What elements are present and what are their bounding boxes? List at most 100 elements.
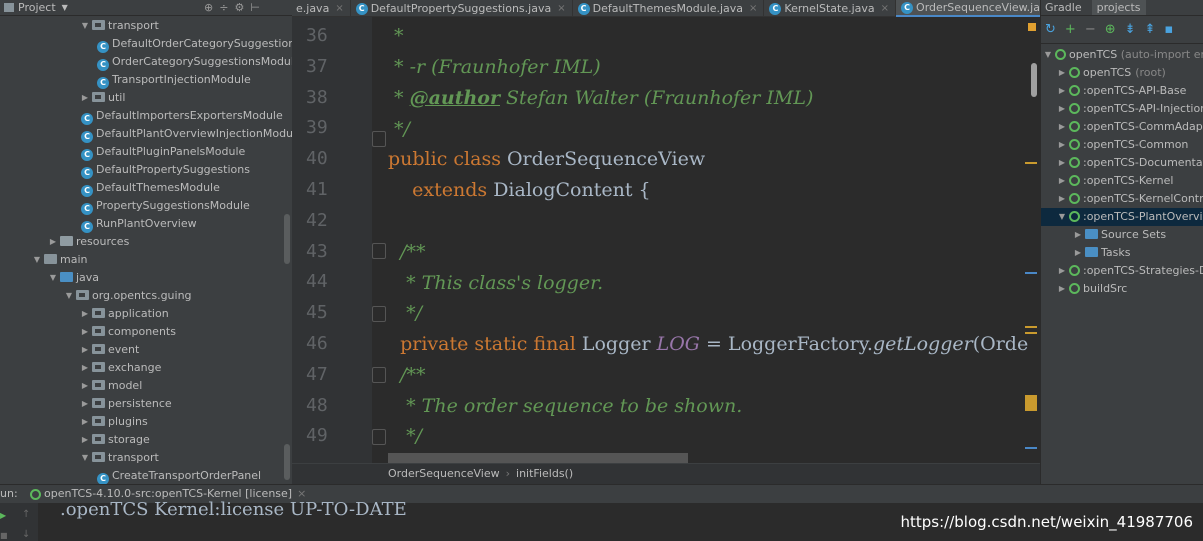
run-console[interactable]: ▶ ↑ ■ ↓ .openTCS Kernel:license UP-TO-DA… bbox=[0, 499, 1203, 541]
chevron-right-icon[interactable]: ▶ bbox=[1057, 118, 1067, 136]
gradle-projects-tab[interactable]: projects bbox=[1091, 0, 1146, 15]
chevron-right-icon[interactable]: ▶ bbox=[1073, 226, 1083, 244]
up-arrow-icon[interactable]: ↑ bbox=[22, 509, 30, 520]
close-icon[interactable]: × bbox=[881, 0, 889, 17]
remove-icon[interactable]: − bbox=[1085, 22, 1096, 37]
change-marker[interactable] bbox=[1025, 326, 1037, 328]
tree-item[interactable]: C RunPlantOverview bbox=[80, 215, 197, 233]
chevron-right-icon[interactable]: ▶ bbox=[1057, 280, 1067, 298]
tree-item[interactable]: ▶ exchange bbox=[80, 359, 161, 377]
chevron-right-icon[interactable]: ▶ bbox=[80, 377, 90, 395]
chevron-down-icon[interactable]: ▼ bbox=[48, 269, 58, 287]
chevron-right-icon[interactable]: ▶ bbox=[80, 359, 90, 377]
code-line-49[interactable]: */ bbox=[388, 425, 422, 447]
code-line-41[interactable]: extends DialogContent { bbox=[388, 179, 650, 201]
fold-marker-45[interactable] bbox=[372, 306, 386, 322]
gradle-item[interactable]: ▶ buildSrc bbox=[1041, 280, 1203, 298]
tree-item[interactable]: C DefaultPropertySuggestions bbox=[80, 161, 250, 179]
gradle-item[interactable]: ▶:openTCS-Common bbox=[1041, 136, 1203, 154]
editor-tab[interactable]: e.java × bbox=[292, 0, 351, 17]
tree-item[interactable]: ▼ java bbox=[48, 269, 99, 287]
fold-marker-47[interactable] bbox=[372, 367, 386, 383]
down-arrow-icon[interactable]: ↓ bbox=[22, 529, 30, 540]
tree-item[interactable]: C DefaultOrderCategorySuggestions bbox=[96, 35, 301, 53]
chevron-right-icon[interactable]: ▶ bbox=[48, 233, 58, 251]
chevron-right-icon[interactable]: ▶ bbox=[80, 89, 90, 107]
chevron-right-icon[interactable]: ▶ bbox=[1057, 154, 1067, 172]
chevron-right-icon[interactable]: ▶ bbox=[1057, 64, 1067, 82]
gradle-item[interactable]: ▶ Source Sets bbox=[1041, 226, 1203, 244]
editor-tab[interactable]: C DefaultPropertySuggestions.java × bbox=[351, 0, 573, 17]
add-icon[interactable]: + bbox=[1065, 22, 1076, 37]
chevron-right-icon[interactable]: ▶ bbox=[1057, 100, 1067, 118]
editor-tab[interactable]: C DefaultThemesModule.java × bbox=[573, 0, 765, 17]
tree-item[interactable]: ▶ event bbox=[80, 341, 139, 359]
chevron-right-icon[interactable]: ▶ bbox=[80, 323, 90, 341]
tree-item[interactable]: C PropertySuggestionsModule bbox=[80, 197, 250, 215]
tree-item[interactable]: C DefaultPluginPanelsModule bbox=[80, 143, 245, 161]
gradle-item[interactable]: ▶:openTCS-Kernel bbox=[1041, 172, 1203, 190]
close-icon[interactable]: × bbox=[557, 0, 565, 17]
project-scrollbar[interactable] bbox=[284, 214, 290, 264]
settings-icon[interactable]: ▪ bbox=[1164, 22, 1173, 37]
close-icon[interactable]: × bbox=[749, 0, 757, 17]
fold-marker-49[interactable] bbox=[372, 429, 386, 445]
expand-all-icon[interactable]: ⇟ bbox=[1125, 22, 1136, 37]
tree-item[interactable]: ▶ plugins bbox=[80, 413, 148, 431]
gradle-root[interactable]: ▼openTCS (auto-import ena bbox=[1041, 46, 1203, 64]
tree-item[interactable]: C OrderCategorySuggestionsModule bbox=[96, 53, 301, 71]
gradle-item[interactable]: ▶:openTCS-Documentat bbox=[1041, 154, 1203, 172]
editor-scrollbar-thumb[interactable] bbox=[1031, 63, 1037, 97]
tree-item[interactable]: C DefaultPlantOverviewInjectionModule bbox=[80, 125, 303, 143]
chevron-down-icon[interactable]: ▼ bbox=[32, 251, 42, 269]
gear-icon[interactable]: ⚙ bbox=[234, 1, 244, 14]
breadcrumb-method[interactable]: initFields() bbox=[516, 467, 573, 480]
gradle-item[interactable]: ▶:openTCS-CommAdapt bbox=[1041, 118, 1203, 136]
tree-item[interactable]: ▶ persistence bbox=[80, 395, 172, 413]
refresh-icon[interactable]: ↻ bbox=[1045, 22, 1056, 37]
tree-item[interactable]: ▼ transport bbox=[80, 449, 159, 467]
close-icon[interactable]: × bbox=[335, 0, 343, 17]
collapse-icon[interactable]: ÷ bbox=[219, 1, 228, 14]
change-marker[interactable] bbox=[1025, 162, 1037, 164]
code-line-43[interactable]: /** bbox=[388, 241, 425, 263]
code-editor[interactable]: 36 37 38 39 40 41 42 43 44 45 46 47 48 49 * * -r (Fra… bbox=[292, 17, 1040, 463]
stop-icon[interactable]: ■ bbox=[0, 531, 8, 540]
fold-marker-39[interactable] bbox=[372, 131, 386, 147]
chevron-right-icon[interactable]: ▶ bbox=[1057, 172, 1067, 190]
gradle-item[interactable]: ▶ Tasks bbox=[1041, 244, 1203, 262]
chevron-right-icon[interactable]: ▶ bbox=[1057, 136, 1067, 154]
tree-item[interactable]: ▼ transport bbox=[80, 17, 159, 35]
hide-icon[interactable]: ⊢ bbox=[250, 1, 260, 14]
chevron-right-icon[interactable]: ▶ bbox=[1057, 82, 1067, 100]
tree-item[interactable]: ▼ main bbox=[32, 251, 88, 269]
chevron-down-icon[interactable]: ▼ bbox=[1057, 208, 1067, 226]
chevron-down-icon[interactable]: ▼ bbox=[80, 449, 90, 467]
run-icon[interactable]: ▶ bbox=[0, 511, 6, 520]
code-line-38[interactable]: * @author Stefan Walter (Fraunhofer IML) bbox=[388, 87, 813, 109]
chevron-right-icon[interactable]: ▶ bbox=[1057, 262, 1067, 280]
project-title[interactable]: Project bbox=[18, 1, 56, 14]
gradle-item[interactable]: ▶ openTCS (root) bbox=[1041, 64, 1203, 82]
code-line-37[interactable]: * -r (Fraunhofer IML) bbox=[388, 56, 601, 78]
gradle-item[interactable]: ▶:openTCS-KernelContro bbox=[1041, 190, 1203, 208]
tree-item[interactable]: ▶ components bbox=[80, 323, 176, 341]
change-marker[interactable] bbox=[1025, 272, 1037, 274]
chevron-down-icon[interactable]: ▼ bbox=[62, 3, 68, 12]
tree-item[interactable]: ▶ resources bbox=[48, 233, 129, 251]
code-line-40[interactable]: public class OrderSequenceView bbox=[388, 148, 705, 170]
change-marker[interactable] bbox=[1025, 447, 1037, 449]
tree-item[interactable]: C CreateTransportOrderPanel bbox=[96, 467, 261, 485]
code-line-36[interactable]: * bbox=[388, 25, 404, 47]
chevron-right-icon[interactable]: ▶ bbox=[1073, 244, 1083, 262]
tree-item[interactable]: ▶ application bbox=[80, 305, 169, 323]
collapse-all-icon[interactable]: ⇞ bbox=[1145, 22, 1156, 37]
chevron-down-icon[interactable]: ▼ bbox=[64, 287, 74, 305]
code-line-39[interactable]: */ bbox=[388, 118, 410, 140]
chevron-right-icon[interactable]: ▶ bbox=[80, 341, 90, 359]
tree-item[interactable]: ▶ util bbox=[80, 89, 125, 107]
project-scrollbar-lower[interactable] bbox=[284, 444, 290, 480]
chevron-down-icon[interactable]: ▼ bbox=[80, 17, 90, 35]
tree-item[interactable]: ▼ org.opentcs.guing bbox=[64, 287, 192, 305]
change-marker[interactable] bbox=[1025, 395, 1037, 411]
